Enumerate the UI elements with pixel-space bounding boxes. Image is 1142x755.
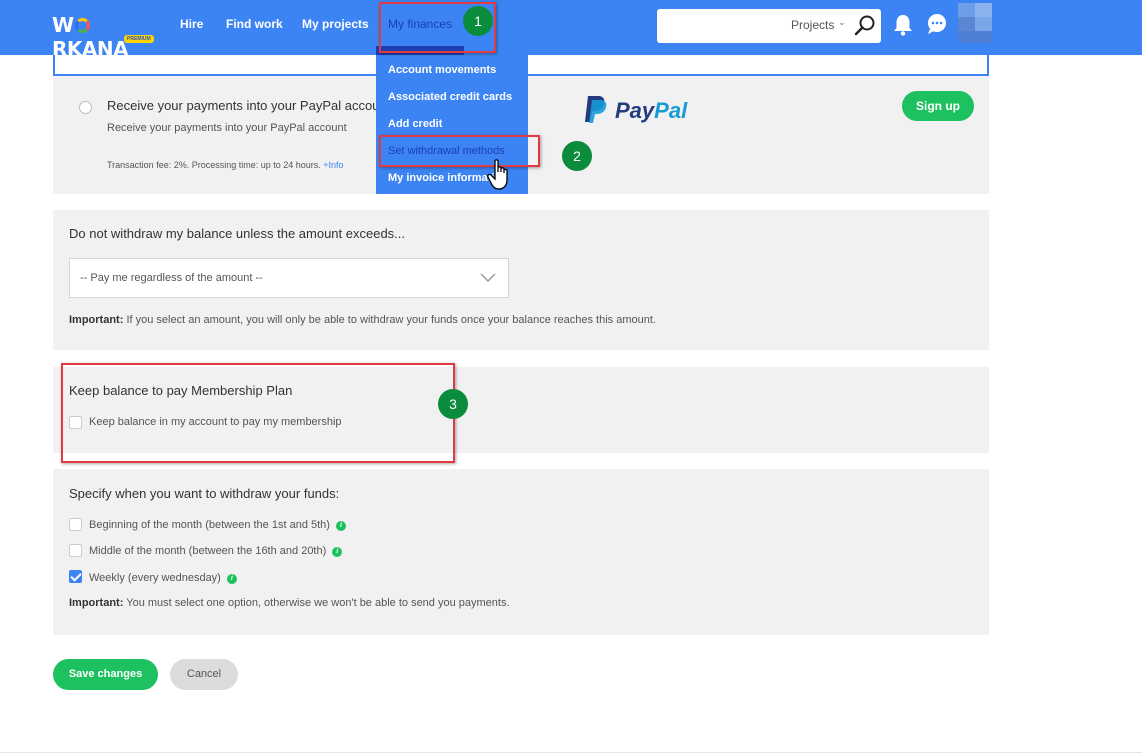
note-text: You must select one option, otherwise we…	[126, 597, 510, 609]
note-bold-label: Important:	[69, 597, 124, 609]
menu-item-my-invoice-information[interactable]: My invoice information	[388, 172, 498, 184]
paypal-wordmark-pal: Pal	[654, 98, 688, 123]
chevron-down-icon	[480, 273, 496, 283]
threshold-note: Important: If you select an amount, you …	[69, 314, 656, 326]
paypal-wordmark-pay: Pay	[615, 98, 655, 123]
schedule-option-label: Middle of the month (between the 16th an…	[89, 545, 327, 557]
note-bold-label: Important:	[69, 314, 124, 326]
save-changes-button[interactable]: Save changes	[53, 659, 158, 690]
user-avatar[interactable]	[958, 3, 1008, 43]
chevron-down-icon: ⌄	[838, 17, 846, 27]
info-icon[interactable]: i	[335, 521, 346, 531]
schedule-option-weekly[interactable]: Weekly (every wednesday) i	[89, 572, 237, 584]
menu-item-add-credit[interactable]: Add credit	[388, 118, 442, 130]
schedule-option-beginning[interactable]: Beginning of the month (between the 1st …	[89, 519, 346, 531]
schedule-option-label: Weekly (every wednesday)	[89, 572, 221, 584]
menu-item-account-movements[interactable]: Account movements	[388, 64, 496, 76]
nav-find-work[interactable]: Find work	[226, 17, 283, 31]
pointer-hand-cursor-icon	[487, 159, 508, 190]
footer-divider	[0, 752, 1142, 753]
paypal-wordmark: PayPal	[615, 98, 687, 124]
search-scope-select[interactable]: Projects	[791, 18, 834, 32]
paypal-radio[interactable]	[79, 101, 92, 114]
nav-my-projects[interactable]: My projects	[302, 17, 369, 31]
workana-logo[interactable]: WRKANA PREMIUM	[52, 13, 156, 61]
schedule-title: Specify when you want to withdraw your f…	[69, 486, 340, 501]
paypal-option-title: Receive your payments into your PayPal a…	[107, 98, 379, 113]
top-navigation-bar: WRKANA PREMIUM Hire Find work My project…	[0, 0, 1142, 61]
step-badge-1: 1	[463, 6, 493, 36]
logo-premium-badge: PREMIUM	[124, 35, 154, 43]
paypal-fee-label: Transaction fee: 2%. Processing time: up…	[107, 160, 321, 170]
search-icon[interactable]	[853, 14, 877, 38]
logo-wordmark: WRKANA	[52, 13, 129, 61]
schedule-checkbox-middle[interactable]	[69, 544, 82, 557]
schedule-option-label: Beginning of the month (between the 1st …	[89, 519, 330, 531]
threshold-selected-value: -- Pay me regardless of the amount --	[80, 272, 263, 284]
menu-item-associated-credit-cards[interactable]: Associated credit cards	[388, 91, 512, 103]
withdraw-schedule-panel: Specify when you want to withdraw your f…	[53, 469, 989, 635]
schedule-checkbox-weekly[interactable]	[69, 570, 82, 583]
paypal-fee-text: Transaction fee: 2%. Processing time: up…	[107, 160, 379, 170]
notifications-bell-icon[interactable]	[892, 13, 914, 37]
info-icon[interactable]: i	[226, 574, 237, 584]
nav-hire[interactable]: Hire	[180, 17, 203, 31]
threshold-amount-select[interactable]: -- Pay me regardless of the amount --	[69, 258, 509, 298]
note-text: If you select an amount, you will only b…	[126, 314, 656, 326]
info-icon[interactable]: i	[332, 547, 343, 557]
schedule-note: Important: You must select one option, o…	[69, 597, 510, 609]
annotation-highlight-3	[61, 363, 455, 463]
paypal-signup-button[interactable]: Sign up	[902, 91, 974, 121]
paypal-option-subtitle: Receive your payments into your PayPal a…	[107, 122, 347, 134]
menu-item-label: My invoice information	[388, 172, 498, 184]
search-box[interactable]: Projects ⌄	[657, 9, 881, 43]
cancel-button[interactable]: Cancel	[170, 659, 238, 690]
threshold-title: Do not withdraw my balance unless the am…	[69, 226, 406, 241]
step-badge-2: 2	[562, 141, 592, 171]
schedule-option-middle[interactable]: Middle of the month (between the 16th an…	[89, 545, 343, 557]
withdraw-threshold-panel: Do not withdraw my balance unless the am…	[53, 210, 989, 350]
paypal-logo: PayPal	[583, 94, 703, 126]
schedule-checkbox-beginning[interactable]	[69, 518, 82, 531]
more-info-link[interactable]: +Info	[323, 160, 343, 170]
step-badge-3: 3	[438, 389, 468, 419]
paypal-p-icon	[585, 96, 607, 123]
messages-chat-icon[interactable]	[926, 13, 948, 35]
